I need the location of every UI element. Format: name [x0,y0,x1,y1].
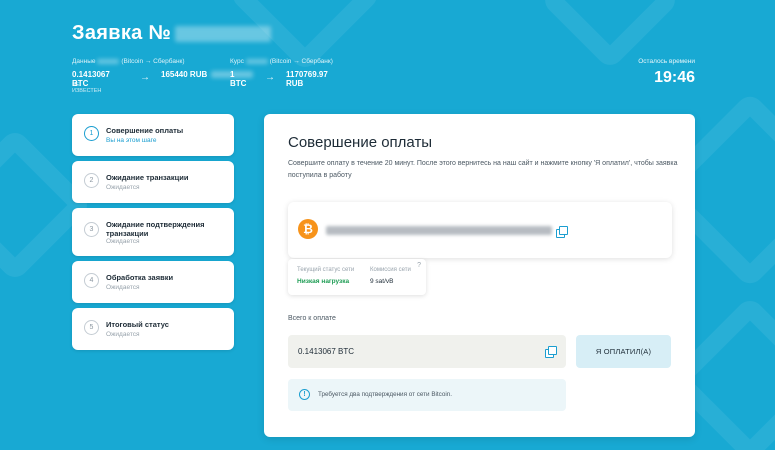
rate-to: 1170769.97 RUB [286,70,328,88]
steps-list: 1 Совершение оплаты Вы на этом шаге 2 Ож… [72,114,234,355]
network-status-caption: Текущий статус сети [297,267,355,273]
step-status: Ожидается [106,331,140,338]
order-number-redacted [175,25,272,42]
timer-value: 19:46 [654,69,695,86]
rate-caption-prefix: Курс [230,58,244,65]
rate-caption-suffix: (Bitcoin → Сбербанк) [269,58,333,65]
data-caption-prefix: Данные [72,58,96,65]
redacted [245,58,268,64]
step-label: Ожидание транзакции [106,173,189,182]
confirmation-notice: ! Требуется два подтверждения от сети Bi… [288,379,566,411]
panel-description: Совершите оплату в течение 20 минут. Пос… [288,160,678,179]
step-final-status[interactable]: 5 Итоговый статус Ожидается [72,308,234,350]
timer-caption: Осталось времени [638,58,695,65]
step-awaiting-confirmation[interactable]: 3 Ожидание подтверждения транзакции Ожид… [72,208,234,256]
step-status: Ожидается [106,284,140,291]
network-fee-value: 9 sat/vB [370,278,394,285]
bitcoin-icon: ₿ [298,219,318,239]
network-status-card: Текущий статус сети Низкая нагрузка Коми… [288,259,426,295]
step-label: Совершение оплаты [106,126,184,135]
arrow-right-icon: → [140,72,150,83]
total-amount: 0.1413067 BTC [298,347,355,356]
step-payment[interactable]: 1 Совершение оплаты Вы на этом шаге [72,114,234,156]
copy-address-icon[interactable] [556,226,568,238]
wallet-address-box: ₿ [288,202,672,258]
step-number: 5 [84,320,99,335]
total-caption: Всего к оплате [288,315,336,322]
wallet-address-redacted [326,226,552,235]
step-processing[interactable]: 4 Обработка заявки Ожидается [72,261,234,303]
step-number: 1 [84,126,99,141]
step-label: Итоговый статус [106,320,169,329]
arrow-right-icon: → [265,72,275,83]
network-status-value: Низкая нагрузка [297,278,350,285]
info-icon: ! [299,389,310,400]
network-fee-caption: Комиссия сети [370,267,411,273]
data-caption-suffix: (Bitcoin → Сбербанк) [121,58,185,65]
help-icon[interactable]: ? [417,262,421,269]
order-title-text: Заявка № [72,22,172,44]
step-awaiting-transaction[interactable]: 2 Ожидание транзакции Ожидается [72,161,234,203]
total-amount-box: 0.1413067 BTC [288,335,566,368]
step-status: Ожидается [106,184,140,191]
time-remaining: Осталось времени 19:46 [638,58,695,87]
panel-title: Совершение оплаты [288,134,433,151]
step-number: 3 [84,222,99,237]
step-number: 2 [84,173,99,188]
rate-from: 1 BTC [230,70,247,88]
give-status: НЕ ИЗВЕСТЕН [72,82,102,94]
page-title: Заявка № [72,22,272,45]
step-status: Вы на этом шаге [106,137,157,144]
step-status: Ожидается [106,238,140,245]
step-label: Обработка заявки [106,273,174,282]
notice-text: Требуется два подтверждения от сети Bitc… [318,391,452,398]
step-number: 4 [84,273,99,288]
copy-amount-icon[interactable] [545,346,557,358]
step-label: Ожидание подтверждения транзакции [106,220,205,238]
i-paid-button[interactable]: Я ОПЛАТИЛ(А) [576,335,671,368]
redacted [97,58,120,64]
get-amount: 165440 RUB [161,70,208,79]
payment-panel: Совершение оплаты Совершите оплату в теч… [264,114,695,437]
